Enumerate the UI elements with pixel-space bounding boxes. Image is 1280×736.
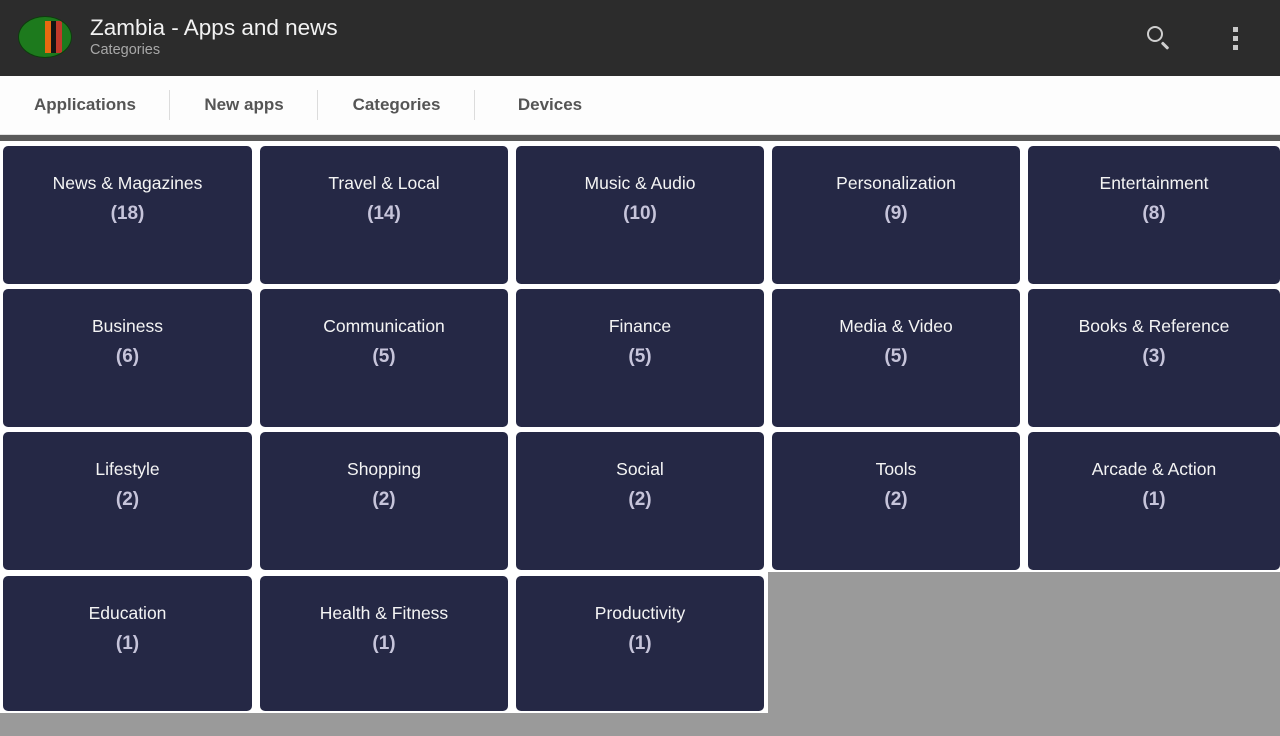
category-card[interactable]: Business (6)	[3, 289, 252, 427]
category-card-label: Shopping	[347, 459, 421, 479]
tab-label: Devices	[517, 95, 583, 114]
category-card-count: (18)	[110, 203, 145, 224]
page-subtitle: Categories	[90, 42, 161, 58]
category-card-count: (5)	[884, 346, 908, 367]
category-card[interactable]: Shopping (2)	[260, 432, 508, 570]
tab-new-apps[interactable]: New apps	[170, 76, 318, 134]
category-card-count: (2)	[884, 489, 908, 510]
category-card-label: Media & Video	[839, 316, 953, 336]
category-card[interactable]: Entertainment (8)	[1028, 146, 1280, 284]
category-card[interactable]: Productivity (1)	[516, 576, 764, 711]
tab-label: Applications	[33, 95, 136, 114]
tab-label: New apps	[204, 95, 284, 114]
category-card-count: (5)	[372, 346, 396, 367]
category-card-count: (6)	[115, 346, 140, 367]
header-title-block: Zambia - Apps and news Categories	[90, 14, 1142, 62]
category-card-label: Tools	[875, 459, 917, 479]
category-card[interactable]: Education (1)	[3, 576, 252, 711]
category-card-label: Entertainment	[1099, 173, 1209, 193]
category-card[interactable]: Communication (5)	[260, 289, 508, 427]
category-card[interactable]: Media & Video (5)	[772, 289, 1020, 427]
category-card-count: (1)	[628, 633, 652, 654]
page-title: Zambia - Apps and news	[90, 15, 338, 40]
category-card[interactable]: Tools (2)	[772, 432, 1020, 570]
search-icon	[1146, 25, 1172, 51]
overflow-menu-button[interactable]	[1218, 18, 1252, 58]
category-card[interactable]: Health & Fitness (1)	[260, 576, 508, 711]
category-card-label: Health & Fitness	[319, 603, 449, 623]
category-card[interactable]: Personalization (9)	[772, 146, 1020, 284]
search-button[interactable]	[1142, 18, 1176, 58]
category-card-label: Music & Audio	[584, 173, 696, 193]
category-card[interactable]: Finance (5)	[516, 289, 764, 427]
tab-devices[interactable]: Devices	[475, 76, 625, 134]
category-card[interactable]: Music & Audio (10)	[516, 146, 764, 284]
app-header: Zambia - Apps and news Categories	[0, 0, 1280, 76]
category-card-label: Business	[91, 316, 163, 336]
category-card-label: Arcade & Action	[1091, 459, 1217, 479]
header-actions	[1142, 18, 1252, 58]
category-card-count: (9)	[884, 203, 908, 224]
category-card-count: (1)	[372, 633, 396, 654]
category-card-label: Personalization	[836, 173, 956, 193]
category-card-count: (2)	[372, 489, 396, 510]
category-card[interactable]: Social (2)	[516, 432, 764, 570]
category-card[interactable]: Travel & Local (14)	[260, 146, 508, 284]
category-card-label: Social	[616, 459, 664, 479]
category-card-count: (8)	[1142, 203, 1166, 224]
tab-applications[interactable]: Applications	[0, 76, 170, 134]
category-card-count: (10)	[623, 203, 657, 224]
tab-label: Categories	[352, 95, 441, 114]
app-root: Zambia - Apps and news Categories Applic…	[0, 0, 1280, 736]
category-card-count: (3)	[1142, 346, 1166, 367]
category-card-label: Productivity	[594, 603, 686, 623]
category-card[interactable]: Arcade & Action (1)	[1028, 432, 1280, 570]
tab-bar: Applications New apps Categories Devices	[0, 76, 1280, 135]
zambia-flag-icon	[14, 14, 76, 62]
category-card-count: (2)	[115, 489, 140, 510]
category-card-label: Communication	[323, 316, 445, 336]
category-card-count: (2)	[628, 489, 652, 510]
bottom-scrollbar[interactable]	[0, 713, 1280, 736]
grid-empty-area	[768, 572, 1280, 713]
category-card[interactable]: Books & Reference (3)	[1028, 289, 1280, 427]
category-card-label: Education	[88, 603, 167, 623]
category-card-count: (14)	[367, 203, 401, 224]
category-card[interactable]: Lifestyle (2)	[3, 432, 252, 570]
category-grid: News & Magazines (18) Travel & Local (14) Mu…	[0, 141, 1280, 713]
category-card-count: (1)	[115, 633, 140, 654]
category-card-label: Finance	[608, 316, 672, 336]
more-vertical-icon	[1232, 26, 1238, 50]
category-card-label: Travel & Local	[328, 173, 440, 193]
tab-categories[interactable]: Categories	[318, 76, 475, 134]
category-card-count: (5)	[628, 346, 652, 367]
category-card-label: News & Magazines	[52, 173, 203, 193]
category-card-count: (1)	[1142, 489, 1166, 510]
category-card[interactable]: News & Magazines (18)	[3, 146, 252, 284]
category-card-label: Books & Reference	[1078, 316, 1230, 336]
category-card-label: Lifestyle	[95, 459, 160, 479]
